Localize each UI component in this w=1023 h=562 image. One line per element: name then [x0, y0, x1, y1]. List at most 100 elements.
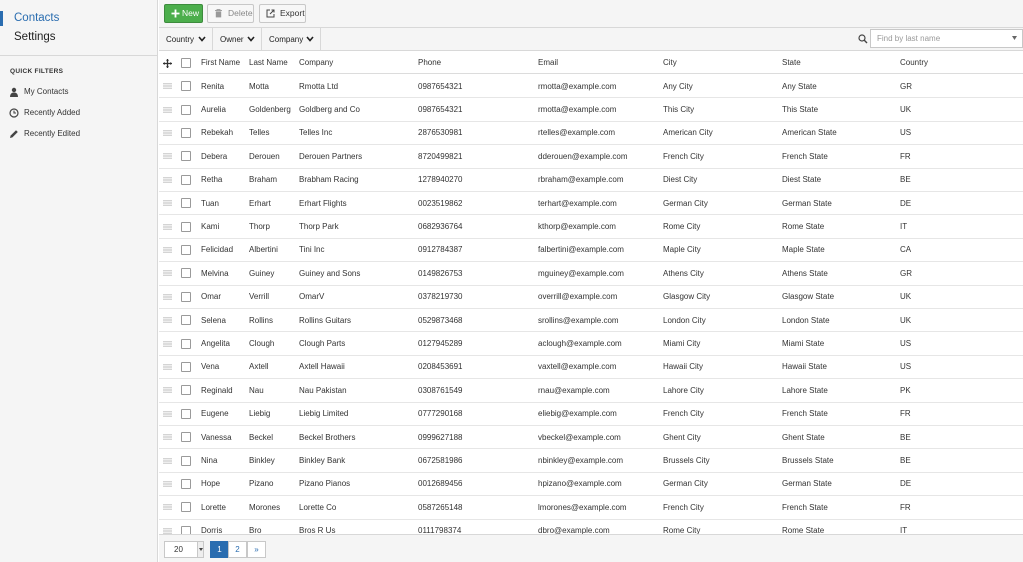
row-checkbox[interactable] — [181, 426, 193, 448]
quick-filter-recently-added[interactable]: Recently Added — [0, 105, 158, 121]
row-checkbox[interactable] — [181, 98, 193, 120]
column-header-country[interactable]: Country — [900, 52, 960, 74]
table-row[interactable]: Aurelia Goldenberg Goldberg and Co 09876543… — [159, 98, 1023, 122]
row-drag-handle[interactable] — [163, 122, 175, 144]
table-row[interactable]: Lorette Morones Lorette Co 0587265148 lmoron… — [159, 496, 1023, 520]
row-checkbox[interactable] — [181, 192, 193, 214]
row-checkbox[interactable] — [181, 356, 193, 378]
row-drag-handle[interactable] — [163, 262, 175, 284]
column-header-last-name[interactable]: Last Name — [249, 52, 297, 74]
table-row[interactable]: Reginald Nau Nau Pakistan 0308761549 rnau@ex… — [159, 379, 1023, 403]
column-header-state[interactable]: State — [782, 52, 899, 74]
table-row[interactable]: Renita Motta Rmotta Ltd 0987654321 rmotta@ex… — [159, 75, 1023, 99]
caret-down-icon[interactable] — [1012, 36, 1017, 40]
table-row[interactable]: Eugene Liebig Liebig Limited 0777290168 elie… — [159, 403, 1023, 426]
row-drag-handle[interactable] — [163, 239, 175, 261]
row-drag-handle[interactable] — [163, 426, 175, 448]
quick-filter-recently-edited[interactable]: Recently Edited — [0, 126, 158, 142]
checkbox-box — [181, 81, 191, 92]
last-name-cell: Nau — [249, 385, 264, 395]
page-size-select[interactable]: 20 — [164, 541, 204, 558]
row-drag-handle[interactable] — [163, 403, 175, 425]
row-checkbox[interactable] — [181, 286, 193, 308]
table-row[interactable]: Melvina Guiney Guiney and Sons 0149826753 mg… — [159, 262, 1023, 286]
table-row[interactable]: Angelita Clough Clough Parts 0127945289 aclo… — [159, 332, 1023, 356]
column-header-city[interactable]: City — [663, 52, 780, 74]
row-checkbox[interactable] — [181, 309, 193, 331]
row-drag-handle[interactable] — [163, 98, 175, 120]
table-row[interactable]: Retha Braham Brabham Racing 1278940270 rbrah… — [159, 169, 1023, 192]
row-checkbox[interactable] — [181, 520, 193, 534]
row-drag-handle[interactable] — [163, 309, 175, 331]
row-checkbox[interactable] — [181, 215, 193, 237]
column-header-phone[interactable]: Phone — [418, 52, 536, 74]
nav-item-contacts[interactable]: Contacts — [0, 9, 158, 28]
chevron-down-icon — [247, 36, 255, 42]
row-checkbox[interactable] — [181, 239, 193, 261]
search-input[interactable] — [870, 29, 1023, 48]
row-drag-handle[interactable] — [163, 520, 175, 534]
column-header-email[interactable]: Email — [538, 52, 661, 74]
table-row[interactable]: Vena Axtell Axtell Hawaii 0208453691 vaxtell… — [159, 356, 1023, 380]
export-button[interactable]: Export — [259, 4, 306, 23]
phone-cell: 2876530981 — [418, 128, 463, 138]
company-filter-dropdown[interactable]: Company — [262, 28, 321, 51]
row-drag-handle[interactable] — [163, 169, 175, 191]
row-drag-handle[interactable] — [163, 145, 175, 167]
owner-filter-dropdown[interactable]: Owner — [213, 28, 262, 51]
company-cell: Lorette Co — [299, 502, 337, 512]
row-drag-handle[interactable] — [163, 286, 175, 308]
column-header-company[interactable]: Company — [299, 52, 415, 74]
state-cell: Ghent State — [782, 432, 825, 442]
nav-item-settings[interactable]: Settings — [0, 28, 158, 47]
row-drag-handle[interactable] — [163, 75, 175, 97]
drag-handle-icon — [163, 130, 172, 136]
table-row[interactable]: Omar Verrill OmarV 0378219730 overrill@examp… — [159, 286, 1023, 309]
row-drag-handle[interactable] — [163, 449, 175, 471]
table-row[interactable]: Hope Pizano Pizano Pianos 0012689456 hpizano… — [159, 473, 1023, 497]
page-1-button[interactable]: 1 — [210, 541, 229, 558]
row-drag-handle[interactable] — [163, 356, 175, 378]
row-checkbox[interactable] — [181, 75, 193, 97]
city-cell: Maple City — [663, 245, 701, 255]
table-row[interactable]: Rebekah Telles Telles Inc 2876530981 rtelles… — [159, 122, 1023, 146]
row-checkbox[interactable] — [181, 496, 193, 518]
select-all-checkbox[interactable] — [181, 52, 193, 74]
page-2-button[interactable]: 2 — [228, 541, 247, 558]
row-checkbox[interactable] — [181, 122, 193, 144]
table-row[interactable]: Tuan Erhart Erhart Flights 0023519862 terhar… — [159, 192, 1023, 216]
checkbox-box — [181, 127, 191, 138]
delete-button[interactable]: Delete — [207, 4, 254, 23]
search-icon[interactable] — [858, 34, 868, 44]
row-drag-handle[interactable] — [163, 192, 175, 214]
row-checkbox[interactable] — [181, 403, 193, 425]
table-row[interactable]: Dorris Bro Bros R Us 0111798374 dbro@example… — [159, 520, 1023, 534]
table-row[interactable]: Vanessa Beckel Beckel Brothers 0999627188 vb… — [159, 426, 1023, 450]
phone-cell: 0529873468 — [418, 315, 463, 325]
table-row[interactable]: Kami Thorp Thorp Park 0682936764 kthorp@exam… — [159, 215, 1023, 239]
column-header-first-name[interactable]: First Name — [201, 52, 247, 74]
row-drag-handle[interactable] — [163, 332, 175, 354]
row-checkbox[interactable] — [181, 332, 193, 354]
row-checkbox[interactable] — [181, 169, 193, 191]
country-filter-dropdown[interactable]: Country — [159, 28, 213, 51]
row-checkbox[interactable] — [181, 449, 193, 471]
table-row[interactable]: Debera Derouen Derouen Partners 8720499821 d… — [159, 145, 1023, 169]
quick-filter-my-contacts[interactable]: My Contacts — [0, 84, 158, 100]
state-cell: Rome State — [782, 526, 825, 534]
column-chooser[interactable] — [163, 52, 175, 74]
table-row[interactable]: Selena Rollins Rollins Guitars 0529873468 sr… — [159, 309, 1023, 333]
new-button[interactable]: New — [164, 4, 203, 23]
row-drag-handle[interactable] — [163, 379, 175, 401]
row-checkbox[interactable] — [181, 379, 193, 401]
row-drag-handle[interactable] — [163, 215, 175, 237]
row-drag-handle[interactable] — [163, 473, 175, 495]
row-drag-handle[interactable] — [163, 496, 175, 518]
row-checkbox[interactable] — [181, 145, 193, 167]
table-row[interactable]: Nina Binkley Binkley Bank 0672581986 nbinkle… — [159, 449, 1023, 473]
row-checkbox[interactable] — [181, 262, 193, 284]
state-cell: Hawaii State — [782, 362, 827, 372]
table-row[interactable]: Felicidad Albertini Tini Inc 0912784387 falb… — [159, 239, 1023, 263]
row-checkbox[interactable] — [181, 473, 193, 495]
next-page-button[interactable]: » — [247, 541, 266, 558]
